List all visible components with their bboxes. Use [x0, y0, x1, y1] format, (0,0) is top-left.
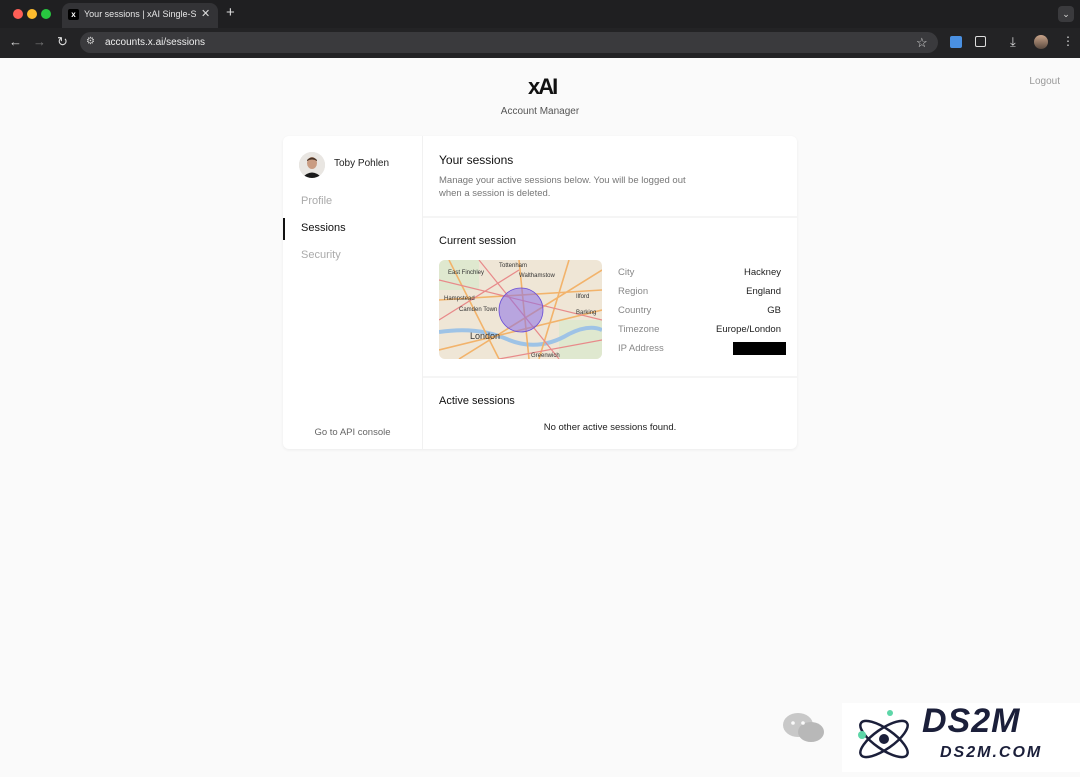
sessions-description: Manage your active sessions below. You w…: [439, 175, 686, 199]
download-icon[interactable]: ⤓: [1010, 34, 1016, 50]
site-info-icon[interactable]: ⚙: [86, 36, 95, 47]
active-sessions-panel: Active sessions No other active sessions…: [423, 378, 797, 449]
ip-address-redacted: [733, 342, 786, 355]
xai-logo: xAI: [528, 74, 558, 99]
session-location-map: Tottenham East Finchley Walthamstow Hamp…: [439, 260, 602, 359]
map-label: Greenwich: [531, 353, 560, 359]
back-arrow-icon[interactable]: ←: [9, 34, 22, 49]
city-value: Hackney: [744, 267, 781, 278]
app-subtitle: Account Manager: [500, 106, 580, 117]
close-window-button[interactable]: [13, 9, 23, 19]
timezone-label: Timezone: [618, 324, 660, 335]
minimize-window-button[interactable]: [27, 9, 37, 19]
profile-avatar-icon[interactable]: [1034, 35, 1048, 49]
active-indicator: [283, 218, 285, 240]
map-label: Tottenham: [499, 263, 527, 269]
current-session-title: Current session: [439, 235, 517, 247]
more-menu-icon[interactable]: ⋮: [1062, 34, 1074, 48]
extension-icon[interactable]: [950, 36, 962, 48]
map-label: East Finchley: [448, 270, 484, 276]
bookmark-star-icon[interactable]: ☆: [916, 35, 928, 51]
ip-address-label: IP Address: [618, 343, 664, 354]
page-title: Your sessions: [439, 153, 514, 167]
atom-logo-icon: [858, 710, 909, 759]
empty-sessions-message: No other active sessions found.: [543, 422, 677, 433]
new-tab-icon[interactable]: +: [226, 4, 235, 21]
forward-arrow-icon[interactable]: →: [33, 34, 46, 49]
city-label: City: [618, 267, 635, 278]
browser-chrome: x Your sessions | xAI Single-Sign-On ✕ +…: [0, 0, 1080, 58]
close-tab-icon[interactable]: ✕: [201, 7, 210, 20]
map-label: Walthamstow: [519, 273, 555, 279]
region-label: Region: [618, 286, 649, 297]
wechat-watermark-icon: [783, 713, 824, 742]
map-label: Hampstead: [444, 296, 475, 302]
sidebar-item-security[interactable]: Security: [301, 249, 341, 261]
sessions-header: Your sessions Manage your active session…: [423, 136, 797, 218]
api-console-link[interactable]: Go to API console: [283, 427, 422, 438]
map-label: Ilford: [576, 294, 589, 300]
country-label: Country: [618, 305, 652, 316]
reload-icon[interactable]: ↻: [57, 34, 68, 50]
maximize-window-button[interactable]: [41, 9, 51, 19]
avatar: [299, 152, 325, 178]
brand-name: DS2M: [922, 702, 1021, 740]
sidebar-item-sessions[interactable]: Sessions: [301, 222, 346, 234]
browser-tab[interactable]: x Your sessions | xAI Single-Sign-On ✕: [62, 3, 218, 28]
map-label: Barking: [576, 310, 596, 316]
current-session-panel: Current session Tottenham East Finchley …: [423, 218, 797, 378]
xai-favicon-icon: x: [68, 9, 79, 20]
puzzle-extensions-icon[interactable]: [975, 36, 986, 47]
user-name: Toby Pohlen: [334, 158, 390, 169]
map-label: London: [470, 331, 500, 341]
region-value: England: [746, 286, 781, 297]
url-text: accounts.x.ai/sessions: [105, 37, 206, 48]
map-label: Camden Town: [459, 307, 497, 313]
tab-search-chevron-icon[interactable]: ⌄: [1058, 6, 1074, 22]
account-card: Toby Pohlen Profile Sessions Security Go…: [283, 136, 797, 449]
logout-link[interactable]: Logout: [1010, 76, 1060, 87]
tab-title: Your sessions | xAI Single-Sign-On: [84, 9, 196, 19]
sidebar-item-profile[interactable]: Profile: [301, 195, 332, 207]
country-value: GB: [767, 305, 781, 316]
timezone-value: Europe/London: [716, 324, 781, 335]
brand-domain: DS2M.COM: [940, 744, 1043, 761]
sidebar: Toby Pohlen Profile Sessions Security Go…: [283, 136, 423, 449]
active-sessions-title: Active sessions: [439, 395, 515, 407]
address-bar[interactable]: ⚙ accounts.x.ai/sessions ☆: [80, 32, 938, 53]
